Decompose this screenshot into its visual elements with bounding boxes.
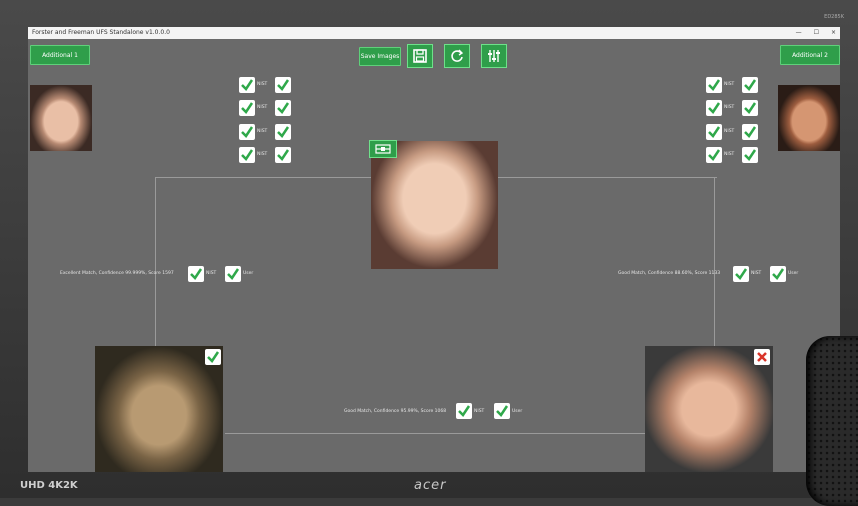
close-button[interactable]: × [831, 27, 836, 39]
monitor-frame: ED285K Forster and Freeman UFS Standalon… [0, 0, 858, 506]
passport-accept-check[interactable] [205, 349, 221, 365]
mid-right-nist-check[interactable] [733, 266, 749, 282]
checkmark-icon [277, 102, 290, 114]
title-bar: Forster and Freeman UFS Standalone v1.0.… [28, 27, 840, 39]
checkmark-icon [708, 79, 721, 91]
match-tag1: NIST [257, 82, 268, 87]
checkmark-icon [241, 102, 254, 114]
right-nist-check[interactable] [706, 77, 722, 93]
left-user-check[interactable] [275, 124, 291, 140]
sliders-icon [488, 50, 500, 62]
mid-right-tag2: User [788, 271, 799, 276]
bottom-match-text: Good Match, Confidence 95.99%, Score 106… [344, 409, 447, 414]
right-user-check[interactable] [742, 100, 758, 116]
mid-left-match-text: Excellent Match, Confidence 99.999%, Sco… [60, 271, 174, 276]
match-tag1: NIST [724, 82, 735, 87]
connector-bottom [225, 433, 645, 434]
checkmark-icon [735, 268, 748, 280]
match-tag1: NIST [724, 129, 735, 134]
additional-1-button[interactable]: Additional 1 [30, 45, 90, 65]
checkmark-icon [207, 351, 220, 363]
speaker [806, 336, 858, 506]
monitor-brand-logo: acer [414, 478, 447, 493]
reference-photo-center [371, 141, 498, 269]
mid-left-tag1: NIST [206, 271, 217, 276]
checkmark-icon [277, 126, 290, 138]
left-nist-check[interactable] [239, 100, 255, 116]
uhd-badge: UHD 4K2K [20, 480, 78, 491]
connector-left [155, 177, 156, 347]
checkmark-icon [496, 405, 509, 417]
mid-right-tag1: NIST [751, 271, 762, 276]
checkmark-icon [744, 79, 757, 91]
checkmark-icon [277, 79, 290, 91]
refresh-icon [451, 49, 464, 62]
id-card-icon [375, 144, 391, 154]
checkmark-icon [708, 102, 721, 114]
minimize-button[interactable]: — [796, 27, 802, 39]
checkmark-icon [227, 268, 240, 280]
connector-right [714, 177, 715, 347]
checkmark-icon [241, 126, 254, 138]
mid-left-tag2: User [243, 271, 254, 276]
match-tag1: NIST [724, 105, 735, 110]
mid-left-nist-check[interactable] [188, 266, 204, 282]
checkmark-icon [708, 126, 721, 138]
left-user-check[interactable] [275, 147, 291, 163]
mid-right-match-text: Good Match, Confidence 88.60%, Score 113… [618, 271, 721, 276]
bottom-nist-check[interactable] [456, 403, 472, 419]
settings-sliders-button[interactable] [481, 44, 507, 68]
close-icon [757, 352, 767, 362]
maximize-button[interactable]: ☐ [814, 27, 819, 39]
left-nist-check[interactable] [239, 77, 255, 93]
additional-2-button[interactable]: Additional 2 [780, 45, 840, 65]
webcam-reject-button[interactable] [754, 349, 770, 365]
right-user-check[interactable] [742, 124, 758, 140]
save-images-button[interactable]: Save Images [359, 47, 401, 66]
bottom-tag1: NIST [474, 409, 485, 414]
refresh-icon-button[interactable] [444, 44, 470, 68]
mid-left-user-check[interactable] [225, 266, 241, 282]
window-title: Forster and Freeman UFS Standalone v1.0.… [32, 29, 170, 36]
mid-right-user-check[interactable] [770, 266, 786, 282]
left-user-check[interactable] [275, 100, 291, 116]
egate-photo-left [30, 85, 92, 151]
passport-photo [95, 346, 223, 472]
right-user-check[interactable] [742, 77, 758, 93]
checkmark-icon [772, 268, 785, 280]
checkmark-icon [277, 149, 290, 161]
checkmark-icon [744, 102, 757, 114]
bottom-tag2: User [512, 409, 523, 414]
checkmark-icon [744, 149, 757, 161]
save-icon-button[interactable] [407, 44, 433, 68]
checkmark-icon [190, 268, 203, 280]
webcam-photo [645, 346, 773, 472]
left-nist-check[interactable] [239, 147, 255, 163]
left-user-check[interactable] [275, 77, 291, 93]
bottom-user-check[interactable] [494, 403, 510, 419]
match-tag1: NIST [724, 152, 735, 157]
match-tag1: NIST [257, 152, 268, 157]
right-nist-check[interactable] [706, 124, 722, 140]
checkmark-icon [241, 149, 254, 161]
checkmark-icon [241, 79, 254, 91]
floppy-icon [413, 49, 427, 63]
match-tag1: NIST [257, 129, 268, 134]
egate-photo-right [778, 85, 840, 151]
checkmark-icon [458, 405, 471, 417]
monitor-corner-label: ED285K [824, 14, 844, 20]
right-nist-check[interactable] [706, 100, 722, 116]
checkmark-icon [744, 126, 757, 138]
checkmark-icon [708, 149, 721, 161]
left-nist-check[interactable] [239, 124, 255, 140]
app-window: Forster and Freeman UFS Standalone v1.0.… [28, 27, 840, 472]
reference-marker-button[interactable] [369, 140, 397, 158]
match-tag1: NIST [257, 105, 268, 110]
right-user-check[interactable] [742, 147, 758, 163]
right-nist-check[interactable] [706, 147, 722, 163]
